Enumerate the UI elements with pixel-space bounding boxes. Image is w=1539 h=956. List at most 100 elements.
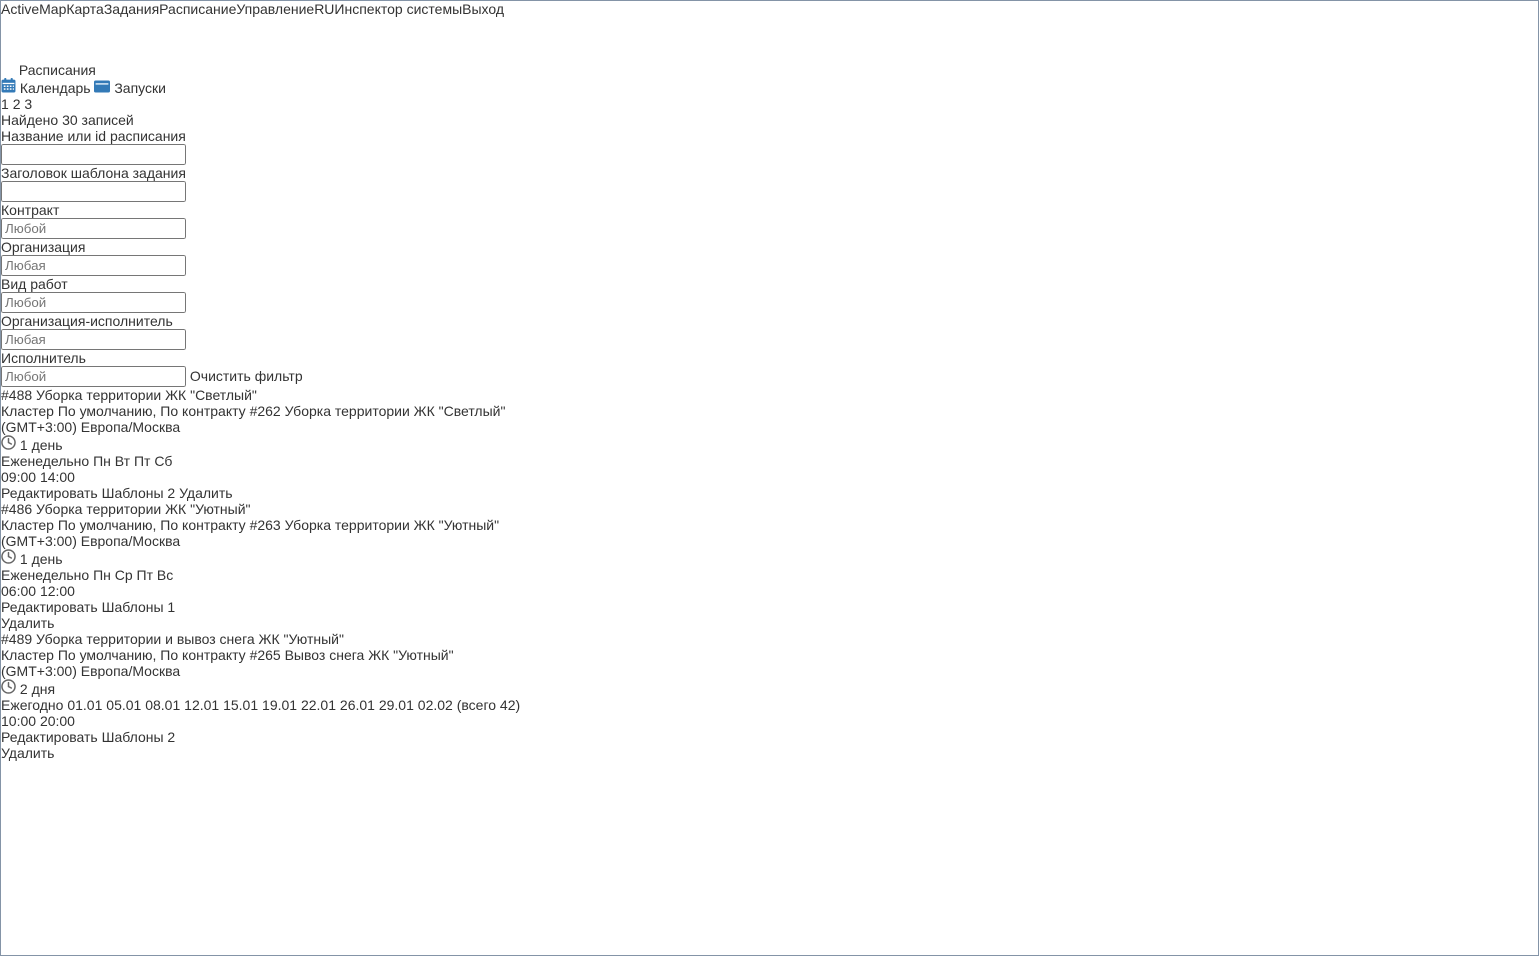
templates-link[interactable]: Шаблоны — [102, 599, 164, 615]
dates-total-label: (всего 42) — [457, 697, 520, 713]
clock-icon — [1, 551, 20, 567]
templates-link[interactable]: Шаблоны — [102, 485, 164, 501]
view-schedules-label: Расписания — [19, 62, 96, 78]
schedule-name-input[interactable] — [1, 144, 186, 165]
cluster-value: По умолчанию — [58, 403, 153, 419]
view-link-calendar[interactable]: Календарь — [1, 80, 94, 96]
card-meta: Кластер По умолчанию, По контракту #263 … — [1, 517, 1538, 533]
day-chip: Сб — [154, 453, 172, 469]
view-button-schedules[interactable]: Расписания — [1, 61, 1538, 78]
clear-filter-link[interactable]: Очистить фильтр — [190, 368, 303, 384]
filter-label-executor-org: Организация-исполнитель — [1, 313, 1538, 329]
contract-select[interactable] — [1, 218, 186, 239]
separator: , — [153, 647, 157, 663]
edit-link[interactable]: Редактировать — [1, 485, 98, 501]
filter-sidebar: Название или id расписания Заголовок шаб… — [1, 128, 1538, 387]
nav-item-management[interactable]: Управление — [236, 1, 314, 61]
time-chip: 10:00 — [1, 713, 36, 729]
records-found-label: Найдено 30 записей — [1, 112, 1538, 128]
nav-item-language-dropdown[interactable]: RU — [314, 1, 334, 61]
templates-group[interactable]: Шаблоны 2 — [102, 485, 180, 501]
duration-row: 2 дня — [1, 679, 1538, 697]
schedule-title: Уборка территории ЖК "Уютный" — [36, 501, 250, 517]
recurrence-label: Ежегодно — [1, 697, 63, 713]
days-row: Еженедельно Пн Вт Пт Сб — [1, 453, 1538, 469]
card-title: #486 Уборка территории ЖК "Уютный" — [1, 501, 1538, 517]
contract-value: #262 Уборка территории ЖК "Светлый" — [250, 403, 506, 419]
filter-label-schedule-name: Название или id расписания — [1, 128, 1538, 144]
card-meta: Кластер По умолчанию, По контракту #262 … — [1, 403, 1538, 419]
date-chip: 12.01 — [184, 697, 219, 713]
edit-link[interactable]: Редактировать — [1, 599, 98, 615]
filter-label-organization: Организация — [1, 239, 1538, 255]
pagination-page-1[interactable]: 1 — [1, 96, 9, 112]
timezone-label: (GMT+3:00) Европа/Москва — [1, 533, 1538, 549]
separator: , — [153, 403, 157, 419]
duration-value: 2 дня — [20, 681, 55, 697]
nav-item-system-inspector[interactable]: Инспектор системы — [334, 1, 462, 61]
templates-group[interactable]: Шаблоны 2 — [102, 729, 176, 745]
clock-icon — [1, 681, 20, 697]
templates-group[interactable]: Шаблоны 1 — [102, 599, 176, 615]
filter-label-work-type: Вид работ — [1, 276, 1538, 292]
pagination-page-2[interactable]: 2 — [13, 96, 21, 112]
templates-link[interactable]: Шаблоны — [102, 729, 164, 745]
duration-row: 1 день — [1, 435, 1538, 453]
duration-row: 1 день — [1, 549, 1538, 567]
date-chip: 15.01 — [223, 697, 258, 713]
schedule-card-489: #489 Уборка территории и вывоз снега ЖК … — [1, 631, 1538, 761]
day-chip: Пт — [134, 453, 150, 469]
nav-tab-schedule[interactable]: Расписание — [159, 1, 236, 61]
work-type-select[interactable] — [1, 292, 186, 313]
top-navbar: ActiveMap Карта Задания Расписание Управ… — [1, 1, 1538, 61]
pagination-page-3-current[interactable]: 3 — [24, 96, 32, 112]
schedule-section: Ежегодно 01.01 05.01 08.01 12.01 15.01 1… — [1, 697, 1538, 729]
schedule-title: Уборка территории и вывоз снега ЖК "Уютн… — [36, 631, 344, 647]
delete-link[interactable]: Удалить — [1, 615, 54, 631]
dates-row: Ежегодно 01.01 05.01 08.01 12.01 15.01 1… — [1, 697, 1538, 713]
clock-icon — [1, 437, 20, 453]
day-chip: Пт — [137, 567, 153, 583]
grid-icon — [1, 62, 19, 78]
cluster-label: Кластер — [1, 647, 54, 663]
view-launches-label: Запуски — [114, 80, 166, 96]
time-chip: 14:00 — [40, 469, 75, 485]
template-title-input[interactable] — [1, 181, 186, 202]
day-chip: Пн — [93, 567, 111, 583]
date-chip: 26.01 — [340, 697, 375, 713]
nav-item-logout[interactable]: Выход — [462, 1, 504, 61]
date-chip: 05.01 — [106, 697, 141, 713]
schedule-section: Еженедельно Пн Ср Пт Вс 06:00 12:00 — [1, 567, 1538, 599]
contract-label: По контракту — [160, 517, 245, 533]
executor-select[interactable] — [1, 366, 186, 387]
schedule-card-488: #488 Уборка территории ЖК "Светлый" Клас… — [1, 387, 1538, 501]
view-calendar-label: Календарь — [20, 80, 91, 96]
nav-tab-map[interactable]: Карта — [66, 1, 103, 61]
cluster-label: Кластер — [1, 403, 54, 419]
time-chip: 06:00 — [1, 583, 36, 599]
cluster-value: По умолчанию — [58, 647, 153, 663]
day-chip: Вт — [115, 453, 130, 469]
contract-value: #263 Уборка территории ЖК "Уютный" — [250, 517, 500, 533]
delete-link[interactable]: Удалить — [179, 485, 232, 501]
cluster-value: По умолчанию — [58, 517, 153, 533]
contract-value: #265 Вывоз снега ЖК "Уютный" — [250, 647, 454, 663]
edit-link[interactable]: Редактировать — [1, 729, 98, 745]
contract-label: По контракту — [160, 403, 245, 419]
delete-link[interactable]: Удалить — [1, 745, 54, 761]
times-row: 09:00 14:00 — [1, 469, 1538, 485]
organization-select[interactable] — [1, 255, 186, 276]
time-chip: 12:00 — [40, 583, 75, 599]
card-footer: Редактировать Шаблоны 1 Удалить — [1, 599, 1538, 631]
view-link-launches[interactable]: Запуски — [94, 80, 166, 96]
schedule-cards: #488 Уборка территории ЖК "Светлый" Клас… — [1, 387, 1538, 761]
card-meta: Кластер По умолчанию, По контракту #265 … — [1, 647, 1538, 663]
templates-count-badge: 2 — [167, 485, 175, 501]
view-toolbar: Расписания Календарь — [1, 61, 1538, 128]
executor-org-select[interactable] — [1, 329, 186, 350]
timezone-label: (GMT+3:00) Европа/Москва — [1, 419, 1538, 435]
schedule-id: #489 — [1, 631, 32, 647]
day-chip: Пн — [93, 453, 111, 469]
duration-value: 1 день — [20, 551, 63, 567]
nav-tab-tasks[interactable]: Задания — [104, 1, 159, 61]
